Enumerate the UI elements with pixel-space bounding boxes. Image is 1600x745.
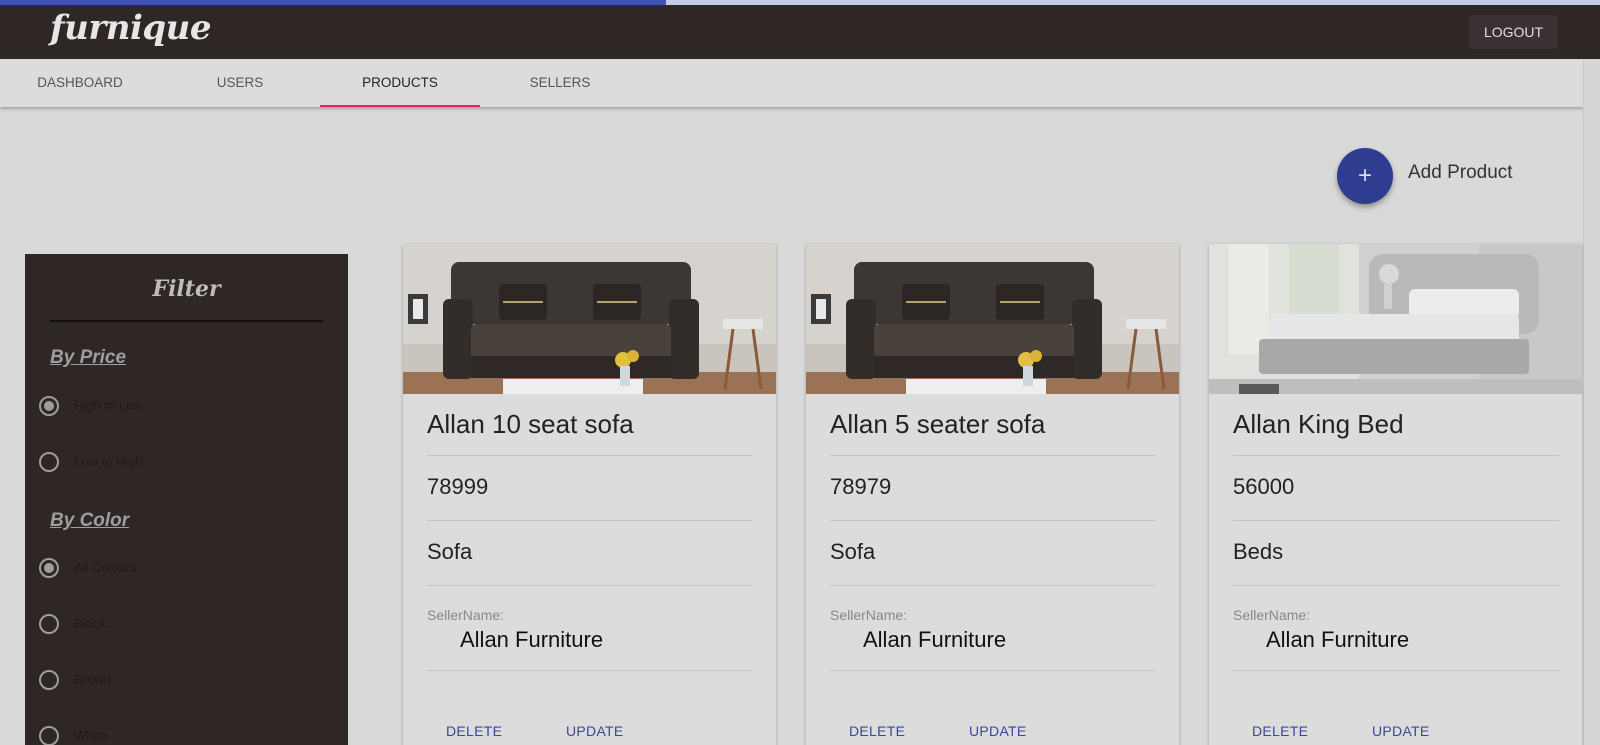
product-category: Beds <box>1233 534 1559 586</box>
bed-image[interactable] <box>1209 244 1582 394</box>
page-scrollbar[interactable] <box>1583 59 1600 745</box>
update-button[interactable]: UPDATE <box>1372 723 1430 739</box>
product-price: 56000 <box>1233 469 1559 521</box>
seller-caption: SellerName: <box>427 607 505 623</box>
radio-button[interactable] <box>39 558 59 578</box>
loading-progress-fill <box>0 0 666 5</box>
delete-button[interactable]: DELETE <box>446 723 502 739</box>
radio-button[interactable] <box>39 670 59 690</box>
delete-button[interactable]: DELETE <box>1252 723 1308 739</box>
plus-icon: + <box>1357 162 1372 189</box>
filter-divider <box>50 320 323 322</box>
by-color-heading: By Color <box>50 510 130 531</box>
add-product-button[interactable]: + <box>1337 148 1393 204</box>
tab-products[interactable]: PRODUCTS <box>320 59 480 107</box>
radio-button[interactable] <box>39 452 59 472</box>
radio-button[interactable] <box>39 396 59 416</box>
product-name: Allan King Bed <box>1233 404 1559 456</box>
loading-progress-bar <box>0 0 1600 5</box>
radio-button[interactable] <box>39 726 59 745</box>
by-price-heading: By Price <box>50 347 127 368</box>
logout-button[interactable]: LOGOUT <box>1469 15 1558 49</box>
filter-title: Filter <box>152 276 221 302</box>
radio-button[interactable] <box>39 614 59 634</box>
product-card: Allan King Bed 56000 Beds SellerName: Al… <box>1209 244 1582 745</box>
product-name: Allan 10 seat sofa <box>427 404 753 456</box>
brand-logo[interactable]: furnique <box>50 8 212 48</box>
divider <box>427 670 753 671</box>
tab-sellers[interactable]: SELLERS <box>480 59 640 107</box>
tab-users[interactable]: USERS <box>160 59 320 107</box>
tab-dashboard[interactable]: DASHBOARD <box>0 59 160 107</box>
radio-label: High to Low <box>74 398 143 413</box>
active-tab-indicator <box>320 105 480 107</box>
product-price: 78999 <box>427 469 753 521</box>
update-button[interactable]: UPDATE <box>566 723 624 739</box>
seller-name: Allan Furniture <box>863 627 1007 652</box>
product-price: 78979 <box>830 469 1156 521</box>
nav-tabs: DASHBOARD USERS PRODUCTS SELLERS <box>0 59 1583 107</box>
sofa-image[interactable] <box>403 244 776 394</box>
filter-panel: Filter By Price High to Low Low to High … <box>25 254 348 745</box>
seller-caption: SellerName: <box>830 607 908 623</box>
radio-label: Low to High <box>74 454 143 469</box>
divider <box>1233 670 1559 671</box>
seller-caption: SellerName: <box>1233 607 1311 623</box>
product-name: Allan 5 seater sofa <box>830 404 1156 456</box>
product-card: Allan 10 seat sofa 78999 Sofa SellerName… <box>403 244 776 745</box>
seller-name: Allan Furniture <box>1266 627 1410 652</box>
product-category: Sofa <box>830 534 1156 586</box>
divider <box>830 670 1156 671</box>
delete-button[interactable]: DELETE <box>849 723 905 739</box>
app-bar: furnique LOGOUT <box>0 0 1600 59</box>
update-button[interactable]: UPDATE <box>969 723 1027 739</box>
radio-label: Black <box>74 616 106 631</box>
radio-label: White <box>74 728 108 743</box>
sofa-image[interactable] <box>806 244 1179 394</box>
radio-label: All Colours <box>74 560 137 575</box>
product-card: Allan 5 seater sofa 78979 Sofa SellerNam… <box>806 244 1179 745</box>
product-category: Sofa <box>427 534 753 586</box>
add-product-label[interactable]: Add Product <box>1408 162 1513 184</box>
radio-label: Brown <box>74 672 111 687</box>
seller-name: Allan Furniture <box>460 627 604 652</box>
